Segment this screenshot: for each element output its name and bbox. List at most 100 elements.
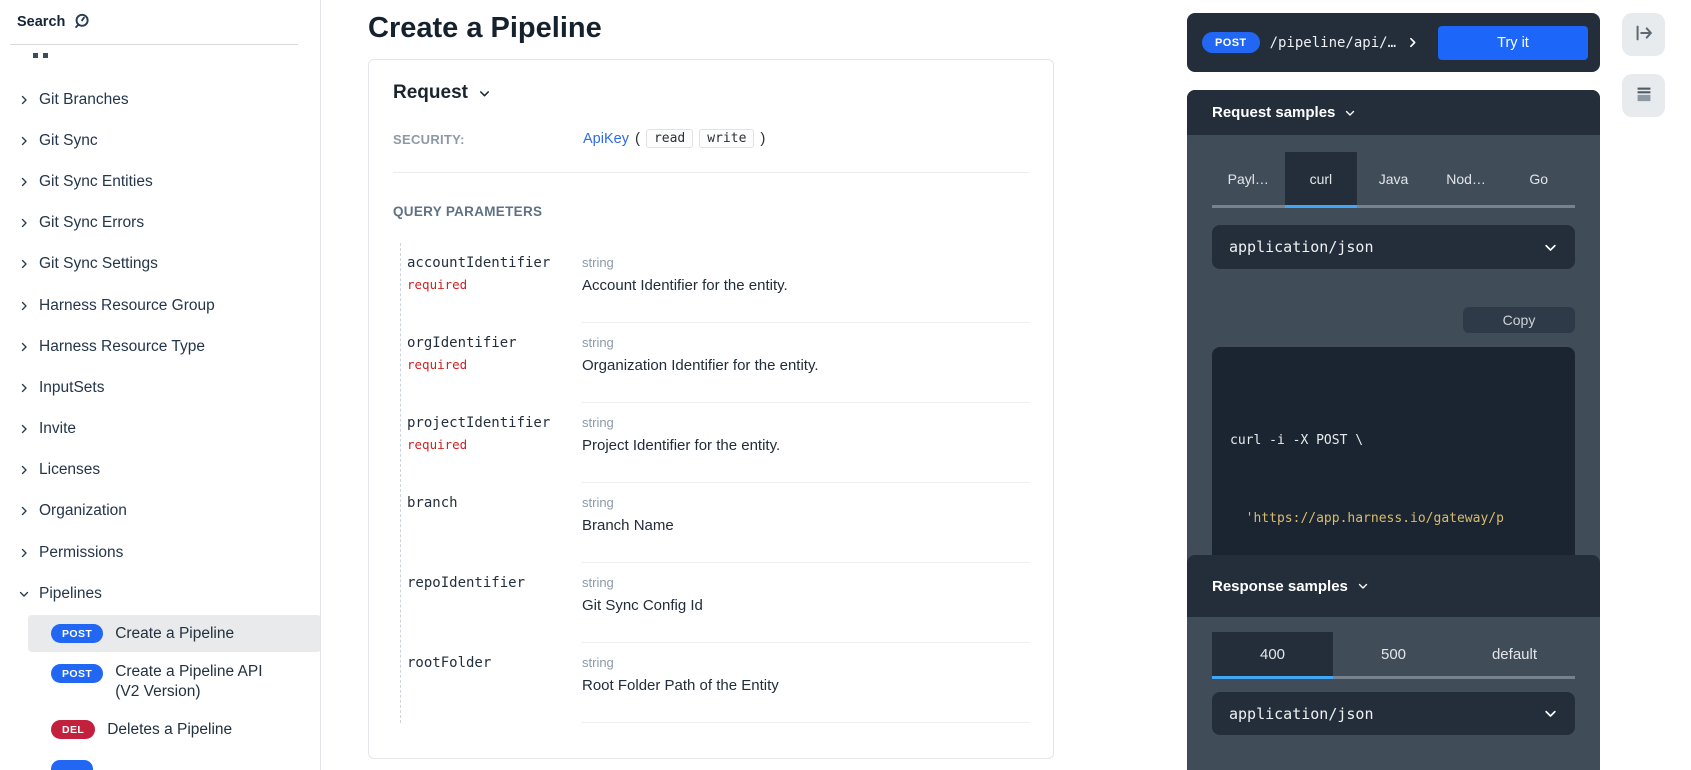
post-method-badge: POST — [51, 624, 103, 643]
sidebar-item-git-sync-settings[interactable]: Git Sync Settings — [0, 244, 320, 285]
param-name: accountIdentifier — [407, 255, 582, 271]
content-type-value: application/json — [1229, 705, 1374, 723]
chevron-right-icon — [18, 300, 30, 312]
clipped-method-badge — [51, 760, 93, 770]
security-label: SECURITY: — [393, 132, 583, 147]
sidebar: Search Git Branches Git Sync Git Sync En… — [0, 0, 320, 770]
endpoint-bar: POST /pipeline/api/… Try it — [1187, 13, 1600, 72]
param-name: repoIdentifier — [407, 575, 582, 591]
content-type-select[interactable]: application/json — [1212, 225, 1575, 269]
chevron-down-icon — [1357, 580, 1369, 592]
parameter-row: branch string Branch Name — [401, 483, 1029, 563]
param-type: string — [582, 575, 1029, 590]
search-underline — [10, 44, 298, 45]
param-type: string — [582, 415, 1029, 430]
parameter-row: accountIdentifier required string Accoun… — [401, 243, 1029, 323]
tab-default[interactable]: default — [1454, 632, 1575, 679]
chevron-right-icon — [18, 135, 30, 147]
sidebar-item-label: Organization — [39, 502, 127, 520]
parameter-row: projectIdentifier required string Projec… — [401, 403, 1029, 483]
sidebar-item-harness-resource-group[interactable]: Harness Resource Group — [0, 285, 320, 326]
copy-button[interactable]: Copy — [1463, 307, 1575, 333]
sidebar-item-label: Deletes a Pipeline — [107, 721, 232, 739]
param-name: branch — [407, 495, 582, 511]
sidebar-item-pipelines[interactable]: Pipelines — [0, 573, 320, 614]
chevron-down-icon — [1543, 706, 1558, 721]
security-scheme-link[interactable]: ApiKey — [583, 131, 629, 147]
param-required-flag: required — [407, 277, 582, 292]
sidebar-item-label: Create a Pipeline API (V2 Version) — [115, 662, 275, 702]
sidebar-item-organization[interactable]: Organization — [0, 491, 320, 532]
sidebar-item-git-sync[interactable]: Git Sync — [0, 120, 320, 161]
chevron-right-icon — [18, 176, 30, 188]
param-description: Account Identifier for the entity. — [582, 276, 1029, 295]
chevron-right-icon — [18, 547, 30, 559]
tab-go[interactable]: Go — [1502, 152, 1575, 208]
api-docs-page: Search Git Branches Git Sync Git Sync En… — [0, 0, 1691, 770]
pipelines-children: POST Create a Pipeline POST Create a Pip… — [0, 615, 321, 739]
request-section-toggle[interactable]: Request — [393, 82, 1029, 104]
param-description: Git Sync Config Id — [582, 596, 1029, 615]
response-code-tabs: 400 500 default — [1212, 632, 1575, 679]
tab-nodejs[interactable]: Nod… — [1430, 152, 1503, 208]
paren-open: ( — [635, 130, 640, 147]
search-input[interactable]: Search — [17, 12, 92, 31]
sidebar-item-deletes-a-pipeline[interactable]: DEL Deletes a Pipeline — [0, 720, 321, 739]
sidebar-item-label: Git Sync — [39, 132, 98, 150]
sidebar-item-label: Git Sync Settings — [39, 255, 158, 273]
sidebar-item-create-a-pipeline[interactable]: POST Create a Pipeline — [28, 615, 321, 652]
param-description: Project Identifier for the entity. — [582, 436, 1029, 455]
tab-payload[interactable]: Payl… — [1212, 152, 1285, 208]
param-type: string — [582, 335, 1029, 350]
sidebar-item-git-branches[interactable]: Git Branches — [0, 79, 320, 120]
search-icon — [73, 12, 92, 31]
main-content: Create a Pipeline Request SECURITY: ApiK… — [368, 0, 1054, 759]
sidebar-item-label: Harness Resource Type — [39, 338, 205, 356]
response-content-type-select[interactable]: application/json — [1212, 692, 1575, 735]
sidebar-item-label: Create a Pipeline — [115, 625, 234, 643]
sidebar-item-permissions[interactable]: Permissions — [0, 532, 320, 573]
chevron-down-icon — [18, 588, 30, 600]
param-name: rootFolder — [407, 655, 582, 671]
language-tabs: Payl… curl Java Nod… Go — [1212, 152, 1575, 208]
tab-java[interactable]: Java — [1357, 152, 1430, 208]
response-samples-toggle[interactable]: Response samples — [1187, 555, 1600, 617]
sidebar-item-git-sync-errors[interactable]: Git Sync Errors — [0, 203, 320, 244]
sidebar-item-invite[interactable]: Invite — [0, 409, 320, 450]
collapse-panel-button[interactable] — [1622, 13, 1665, 56]
layout-toggle-button[interactable] — [1622, 74, 1665, 117]
page-title: Create a Pipeline — [368, 12, 1054, 45]
response-samples-panel: Response samples 400 500 default applica… — [1187, 555, 1600, 770]
request-card: Request SECURITY: ApiKey ( read write ) … — [368, 59, 1054, 759]
tab-500[interactable]: 500 — [1333, 632, 1454, 679]
tab-400[interactable]: 400 — [1212, 632, 1333, 679]
scrolled-item-fragment — [33, 53, 48, 58]
delete-method-badge: DEL — [51, 720, 95, 739]
scope-badge-write: write — [699, 129, 754, 148]
content-type-value: application/json — [1229, 238, 1374, 256]
request-samples-toggle[interactable]: Request samples — [1187, 90, 1600, 135]
param-required-flag: required — [407, 437, 582, 452]
sidebar-divider — [320, 0, 321, 770]
tab-curl[interactable]: curl — [1285, 152, 1358, 208]
chevron-right-icon[interactable] — [1406, 36, 1419, 49]
sidebar-item-label: InputSets — [39, 379, 105, 397]
sidebar-item-create-a-pipeline-v2[interactable]: POST Create a Pipeline API (V2 Version) — [0, 662, 321, 702]
parameter-list: accountIdentifier required string Accoun… — [400, 243, 1029, 723]
paren-close: ) — [760, 130, 765, 147]
sidebar-item-licenses[interactable]: Licenses — [0, 450, 320, 491]
security-value: ApiKey ( read write ) — [583, 129, 765, 148]
param-name: orgIdentifier — [407, 335, 582, 351]
param-name: projectIdentifier — [407, 415, 582, 431]
chevron-right-icon — [18, 217, 30, 229]
param-description: Branch Name — [582, 516, 1029, 535]
sidebar-nav: Git Branches Git Sync Git Sync Entities … — [0, 79, 320, 614]
param-description: Organization Identifier for the entity. — [582, 356, 1029, 375]
param-required-flag: required — [407, 357, 582, 372]
chevron-down-icon — [1344, 107, 1356, 119]
parameter-row: rootFolder string Root Folder Path of th… — [401, 643, 1029, 723]
try-it-button[interactable]: Try it — [1438, 26, 1588, 60]
sidebar-item-git-sync-entities[interactable]: Git Sync Entities — [0, 161, 320, 202]
sidebar-item-inputsets[interactable]: InputSets — [0, 367, 320, 408]
sidebar-item-harness-resource-type[interactable]: Harness Resource Type — [0, 326, 320, 367]
